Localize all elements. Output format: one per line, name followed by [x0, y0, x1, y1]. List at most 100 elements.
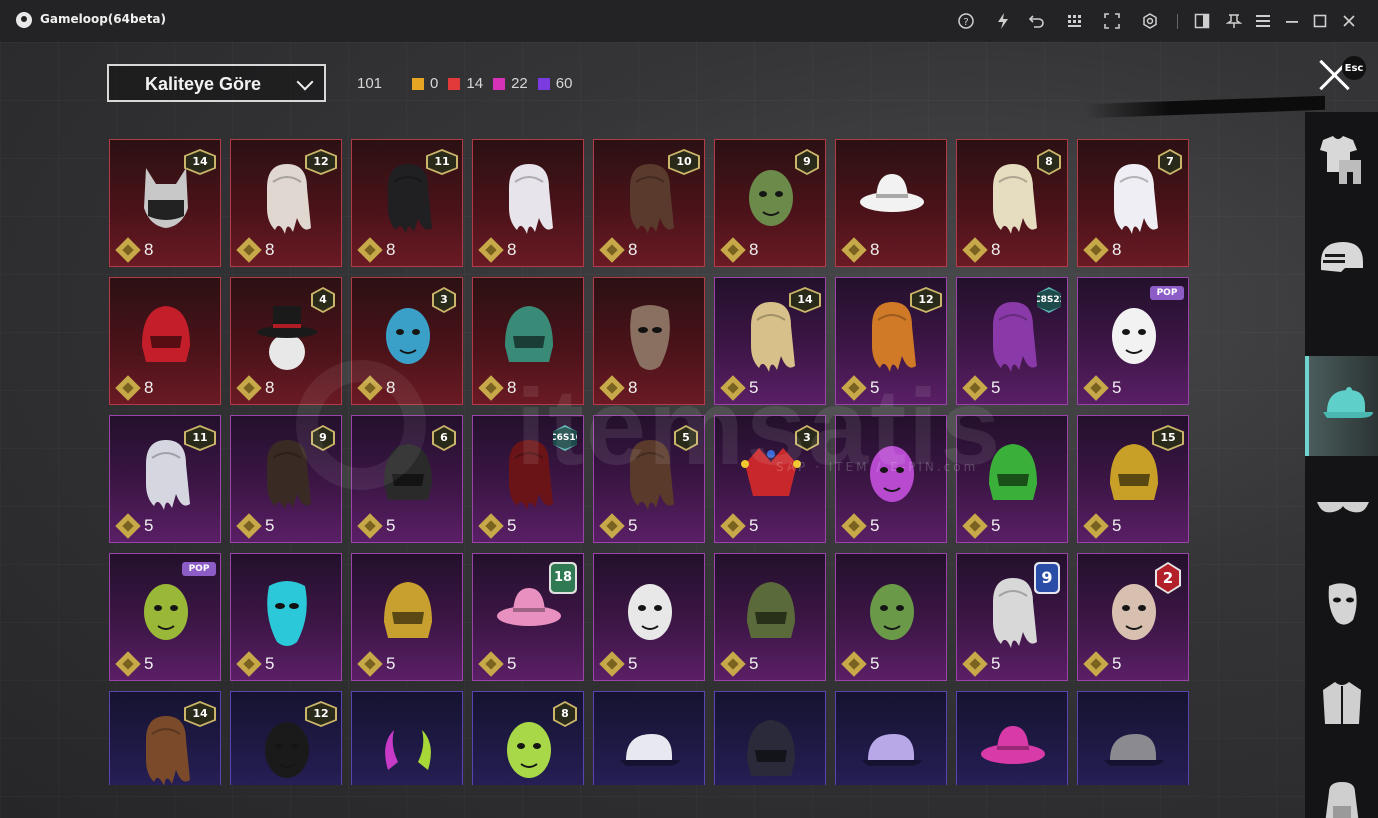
- inventory-item-card[interactable]: [835, 691, 947, 785]
- item-score-value: 5: [265, 516, 275, 535]
- gold-diamond-icon: [236, 651, 262, 677]
- inventory-item-card[interactable]: 5: [230, 553, 342, 681]
- category-helmet[interactable]: [1305, 212, 1378, 312]
- inventory-item-card[interactable]: POP 5: [1077, 277, 1189, 405]
- inventory-item-card[interactable]: C8S22 5: [956, 277, 1068, 405]
- inventory-item-card[interactable]: 5: [714, 553, 826, 681]
- inventory-item-card[interactable]: 12: [230, 691, 342, 785]
- inventory-item-card[interactable]: 5: [835, 553, 947, 681]
- inventory-item-card[interactable]: [956, 691, 1068, 785]
- rarity-swatch: [493, 77, 506, 90]
- settings-icon[interactable]: [1141, 12, 1159, 30]
- item-mask-icon: [630, 305, 670, 370]
- gold-diamond-icon: [1083, 651, 1109, 677]
- inventory-item-card[interactable]: 11 5: [109, 415, 221, 543]
- inventory-item-card[interactable]: 78: [1077, 139, 1189, 267]
- inventory-item-card[interactable]: 14 8: [109, 139, 221, 267]
- inventory-item-card[interactable]: 8: [472, 277, 584, 405]
- gold-diamond-icon: [357, 237, 383, 263]
- inventory-item-card[interactable]: 5: [956, 415, 1068, 543]
- category-outfit[interactable]: [1305, 112, 1378, 212]
- inventory-item-card[interactable]: 8: [472, 691, 584, 785]
- gold-diamond-icon: [357, 375, 383, 401]
- item-level-value: 14: [791, 289, 819, 311]
- rarity-count-value: 0: [430, 75, 439, 92]
- inventory-item-card[interactable]: 14: [109, 691, 221, 785]
- item-level-badge: POP: [1150, 286, 1184, 300]
- item-score-value: 5: [991, 378, 1001, 397]
- item-score: 8: [115, 375, 153, 401]
- minimize-icon[interactable]: [1283, 12, 1301, 30]
- inventory-item-card[interactable]: POP 5: [109, 553, 221, 681]
- bolt-icon[interactable]: [994, 12, 1012, 30]
- item-level-value: 18: [551, 564, 575, 592]
- item-score: 8: [599, 375, 637, 401]
- inventory-item-card[interactable]: 18 5: [472, 553, 584, 681]
- gold-diamond-icon: [236, 237, 262, 263]
- inventory-item-card[interactable]: 12 5: [835, 277, 947, 405]
- item-score-value: 8: [628, 240, 638, 259]
- inventory-item-card[interactable]: [714, 691, 826, 785]
- inventory-item-card[interactable]: 5: [351, 553, 463, 681]
- item-jester-icon: [741, 448, 801, 496]
- inventory-item-card[interactable]: 11 8: [351, 139, 463, 267]
- inventory-item-card[interactable]: 5: [835, 415, 947, 543]
- inventory-item-card[interactable]: 8: [472, 139, 584, 267]
- item-score: 5: [115, 651, 153, 677]
- item-level-badge: POP: [182, 562, 216, 576]
- inventory-item-card[interactable]: 38: [351, 277, 463, 405]
- item-score-value: 8: [386, 378, 396, 397]
- item-score: 5: [1083, 375, 1121, 401]
- help-icon[interactable]: ?: [957, 12, 975, 30]
- item-score: 5: [357, 651, 395, 677]
- helmet-icon: [1321, 242, 1363, 272]
- item-level-value: 9: [797, 151, 817, 173]
- inventory-item-card[interactable]: 95: [956, 553, 1068, 681]
- menu-icon[interactable]: [1254, 12, 1272, 30]
- inventory-item-card[interactable]: 65: [351, 415, 463, 543]
- item-score-value: 8: [870, 240, 880, 259]
- inventory-item-card[interactable]: 12 8: [230, 139, 342, 267]
- sidebar-toggle-icon[interactable]: [1193, 12, 1211, 30]
- category-mask[interactable]: [1305, 556, 1378, 656]
- category-jacket[interactable]: [1305, 656, 1378, 756]
- inventory-item-card[interactable]: [1077, 691, 1189, 785]
- undo-icon[interactable]: [1028, 12, 1046, 30]
- inventory-item-card[interactable]: 10 8: [593, 139, 705, 267]
- item-level-value: 8: [1039, 151, 1059, 173]
- inventory-item-card[interactable]: 25: [1077, 553, 1189, 681]
- inventory-item-card[interactable]: 98: [714, 139, 826, 267]
- inventory-item-card[interactable]: 48: [230, 277, 342, 405]
- item-level-value: 3: [434, 289, 454, 311]
- inventory-item-card[interactable]: 8: [593, 277, 705, 405]
- sort-dropdown[interactable]: Kaliteye Göre: [107, 64, 326, 102]
- inventory-item-card[interactable]: 8: [109, 277, 221, 405]
- item-score: 5: [841, 513, 879, 539]
- inventory-item-card[interactable]: 15 5: [1077, 415, 1189, 543]
- inventory-item-card[interactable]: 35: [714, 415, 826, 543]
- item-level-value: POP: [1156, 288, 1178, 298]
- inventory-item-card[interactable]: 5: [593, 553, 705, 681]
- item-score: 5: [962, 375, 1001, 401]
- inventory-item-card[interactable]: [593, 691, 705, 785]
- inventory-item-card[interactable]: [351, 691, 463, 785]
- fullscreen-icon[interactable]: [1103, 12, 1121, 30]
- category-cap[interactable]: [1305, 356, 1378, 456]
- inventory-item-card[interactable]: 95: [230, 415, 342, 543]
- item-hair-icon: [509, 440, 553, 510]
- category-backpack[interactable]: [1305, 756, 1378, 818]
- inventory-item-card[interactable]: 14 5: [714, 277, 826, 405]
- pin-icon[interactable]: [1225, 12, 1243, 30]
- inventory-item-card[interactable]: 88: [956, 139, 1068, 267]
- maximize-icon[interactable]: [1311, 12, 1329, 30]
- close-window-icon[interactable]: [1340, 12, 1358, 30]
- inventory-item-card[interactable]: C6S16 5: [472, 415, 584, 543]
- inventory-item-card[interactable]: 55: [593, 415, 705, 543]
- item-score: 5: [1083, 513, 1121, 539]
- inventory-item-card[interactable]: 8: [835, 139, 947, 267]
- sort-dropdown-label: Kaliteye Göre: [145, 74, 262, 94]
- item-score-value: 8: [991, 240, 1001, 259]
- keyboard-icon[interactable]: [1066, 12, 1084, 30]
- category-glasses[interactable]: [1305, 456, 1378, 556]
- item-helmet-icon: [384, 582, 432, 638]
